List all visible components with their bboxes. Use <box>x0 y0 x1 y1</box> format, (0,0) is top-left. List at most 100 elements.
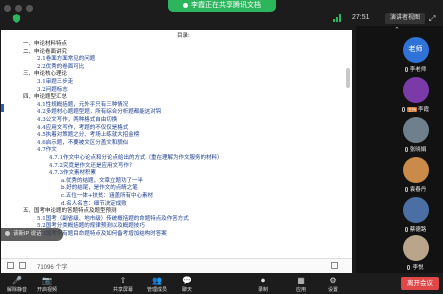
settings-icon: ⚙ <box>329 276 337 285</box>
mic-button[interactable]: 🎤 解除静音 <box>6 276 28 293</box>
mic-label: 解除静音 <box>6 287 27 293</box>
settings-button[interactable]: ⚙ 设置 <box>322 276 344 293</box>
share-icon: ⇧ <box>119 276 127 285</box>
members-icon: 👥 <box>152 276 162 285</box>
minimize-window-button[interactable] <box>15 5 22 12</box>
settings-label: 设置 <box>327 287 338 293</box>
mic-muted-icon <box>404 187 408 193</box>
participant-tile[interactable]: 老师 李老师 <box>388 34 443 74</box>
share-status-text: 李霞正在共享腾讯文档 <box>191 2 261 9</box>
participant-avatar: 老师 <box>402 37 429 63</box>
zoom-icon[interactable] <box>331 262 338 269</box>
mic-muted-icon <box>404 67 408 73</box>
participant-name: 李老师 <box>409 67 427 73</box>
participant-name-row: 主持 李霞 <box>388 105 443 113</box>
mic-muted-icon <box>404 147 408 153</box>
video-icon: 📷 <box>42 276 52 285</box>
toc-line[interactable]: 一、申论材料特点 <box>23 41 67 48</box>
toc-line[interactable]: 三、申论核心理论 <box>23 71 67 78</box>
shield-icon[interactable] <box>12 14 21 23</box>
document-status-bar: 71096 个字 <box>1 258 352 274</box>
participant-panel: ⌃ 老师李老师主持 李霞张晓娟袁春丹 蔡德路李悦 <box>356 26 443 273</box>
document-scrollbar[interactable] <box>346 68 350 88</box>
toc-line[interactable]: 2.1卷面方面常见的问题 <box>37 56 95 63</box>
participant-name: 李悦 <box>412 265 424 271</box>
toc-line[interactable]: 4.1性规概括题，元外乎只有三种情况 <box>37 102 128 109</box>
word-count: 71096 个字 <box>37 265 68 271</box>
members-label: 管理成员 <box>146 287 167 293</box>
toc-line[interactable]: 二、申论卷面讲究 <box>23 49 67 56</box>
toast-text: 该新IP 说话 <box>13 231 42 237</box>
page-icon[interactable] <box>7 262 14 269</box>
speaking-toast: 该新IP 说话 <box>1 228 63 241</box>
toc-line[interactable]: 4.7作文 <box>37 147 57 154</box>
toc-line[interactable]: 3.2问题标志 <box>37 87 68 94</box>
outline-icon[interactable] <box>19 262 26 269</box>
toc-line[interactable]: c.五位一体+扶贫：涵盖所有中心素材 <box>61 193 153 200</box>
participant-avatar <box>402 235 429 261</box>
toc-line[interactable]: 4.3公文写作，两种格式自由切换 <box>37 117 117 124</box>
speaker-avatar-icon <box>5 231 10 237</box>
shared-document[interactable]: 目录: 一、申论材料特点 二、申论卷面讲究 2.1卷面方面常见的问题 2.2优秀的卷面… <box>1 30 352 258</box>
chevron-up-icon[interactable]: ⌃ <box>394 26 400 34</box>
toc-line[interactable]: 五、国考申论题的答题特点及题型预测 <box>23 208 117 215</box>
apps-label: 应用 <box>295 287 306 293</box>
toc-line[interactable]: 4.7.3作文素材积累 <box>49 170 96 177</box>
maximize-window-button[interactable] <box>26 5 33 12</box>
video-button[interactable]: 📷 开启视频 <box>36 276 58 293</box>
toc-line[interactable]: b.好的结尾，是作文的点睛之笔 <box>61 185 138 192</box>
fullscreen-icon[interactable]: ⤢ <box>429 14 435 24</box>
participant-avatar <box>402 157 429 183</box>
participant-name-row: 李老师 <box>388 65 443 73</box>
chat-button[interactable]: 💬 聊天 <box>176 276 198 293</box>
participant-name-row: 张晓娟 <box>388 145 443 153</box>
participant-name: 李霞 <box>417 107 429 113</box>
participant-name-row: 李悦 <box>388 263 443 271</box>
apps-button[interactable]: ▦ 应用 <box>290 276 312 293</box>
window-controls[interactable] <box>4 5 33 12</box>
participant-tile[interactable]: 袁春丹 <box>388 154 443 194</box>
chat-icon: 💬 <box>182 276 192 285</box>
participant-name-row: 袁春丹 <box>388 185 443 193</box>
participant-tile[interactable]: 张晓娟 <box>388 114 443 154</box>
mic-icon: 🎤 <box>12 276 22 285</box>
toc-line[interactable]: 4.4应用文写作，考题的不仅仅是格式 <box>37 125 128 132</box>
recording-dot-icon <box>183 2 188 8</box>
meeting-toolbar: 🎤 解除静音 📷 开启视频 ⇧ 共享屏幕 👥 管理成员 💬 聊天 ⏺ 录制 ▦ 应用 ⚙ 设置 <box>0 273 443 294</box>
participant-avatar <box>402 197 429 223</box>
toc-line[interactable]: d.名人名言：细节决定成败 <box>61 201 127 208</box>
share-status-pill[interactable]: 李霞正在共享腾讯文档 <box>168 0 276 12</box>
share-button[interactable]: ⇧ 共享屏幕 <box>112 276 134 293</box>
participant-tile[interactable]: 主持 李霞 <box>388 74 443 114</box>
avatar-text: 老师 <box>408 46 423 53</box>
leave-meeting-button[interactable]: 离开会议 <box>401 277 439 290</box>
participant-avatar <box>402 117 429 143</box>
meeting-timer: 27:51 <box>352 14 370 21</box>
participant-name: 袁春丹 <box>409 187 427 193</box>
participant-tile[interactable]: 李悦 <box>388 232 443 272</box>
members-button[interactable]: 👥 管理成员 <box>146 276 168 293</box>
apps-icon: ▦ <box>297 276 305 285</box>
toc-line[interactable]: 4.7.1作文中心论点和分论点给出的方式（重在理解为作文服务的材料） <box>49 155 223 162</box>
toc-line[interactable]: 4.7.2究竟是作文还是应用文写作？ <box>49 163 135 170</box>
participant-name: 张晓娟 <box>409 147 427 153</box>
record-button[interactable]: ⏺ 录制 <box>252 276 274 293</box>
cursor-caret <box>1 104 4 112</box>
close-window-button[interactable] <box>4 5 11 12</box>
share-label: 共享屏幕 <box>112 287 133 293</box>
toc-line[interactable]: 4.5执着对策题之分、考场上练就大招金榜 <box>37 132 139 139</box>
toc-line[interactable]: 2.2优秀的卷面可比 <box>37 64 84 71</box>
participant-tile[interactable]: 蔡德路 <box>388 194 443 234</box>
toc-line[interactable]: 3.1审题三步走 <box>37 79 73 86</box>
chat-label: 聊天 <box>181 287 192 293</box>
network-icon[interactable] <box>333 14 343 22</box>
mic-muted-icon <box>407 265 411 271</box>
video-label: 开启视频 <box>36 287 57 293</box>
speaker-view-button[interactable]: 演讲者视图 <box>385 13 425 24</box>
toc-line[interactable]: 4.2多题材心题题型题，所有综合分析题都能这对钩 <box>37 109 161 116</box>
toc-line[interactable]: 四、申论题型汇总 <box>23 94 67 101</box>
host-badge: 主持 <box>406 107 417 113</box>
toc-line[interactable]: 4.6启示题，不要被文区分盖文和貌似 <box>37 140 128 147</box>
toc-line[interactable]: 5.1国考（副省级、地市级）传统概括题的命题特点及作答方式 <box>37 216 189 223</box>
toc-line[interactable]: a.优秀的结题，文章立题功了一半 <box>61 178 143 185</box>
